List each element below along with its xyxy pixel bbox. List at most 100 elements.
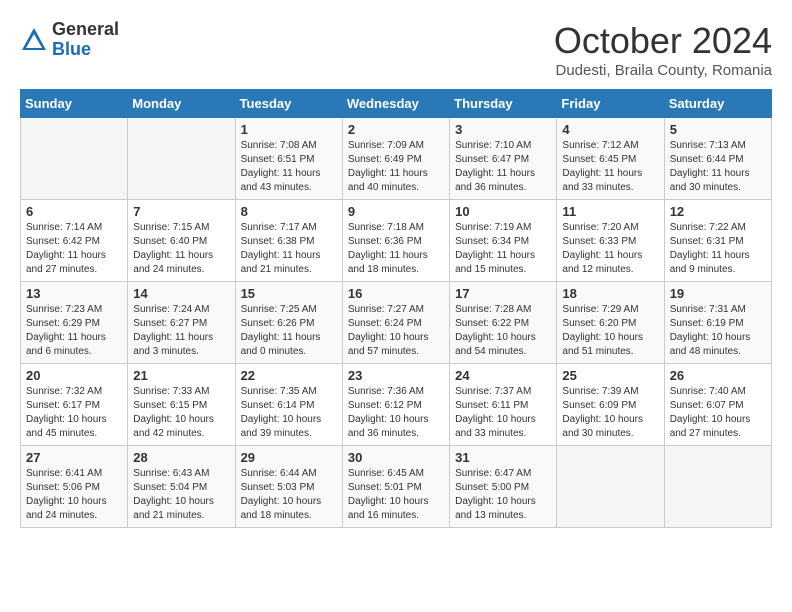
- column-header-monday: Monday: [128, 90, 235, 118]
- calendar-cell: 2 Sunrise: 7:09 AMSunset: 6:49 PMDaylight…: [342, 118, 449, 200]
- calendar-cell: 20 Sunrise: 7:32 AMSunset: 6:17 PMDayligh…: [21, 364, 128, 446]
- day-detail: Sunrise: 7:19 AMSunset: 6:34 PMDaylight:…: [455, 221, 551, 277]
- calendar-cell: 10Sunrise: 7:19 AMSunset: 6:34 PMDayligh…: [450, 200, 557, 282]
- day-detail: Sunrise: 7:22 AMSunset: 6:31 PMDaylight:…: [670, 221, 766, 277]
- logo-blue: Blue: [52, 40, 119, 60]
- day-detail: Sunrise: 6:44 AMSunset: 5:03 PMDaylight:…: [241, 467, 337, 523]
- day-number: 17: [455, 286, 551, 301]
- day-detail: Sunrise: 7:14 AMSunset: 6:42 PMDaylight:…: [26, 221, 122, 277]
- calendar-cell: [557, 446, 664, 528]
- page-header: General Blue October 2024 Dudesti, Brail…: [20, 20, 772, 79]
- day-number: 15: [241, 286, 337, 301]
- logo-text: General Blue: [52, 20, 119, 60]
- calendar-cell: 24 Sunrise: 7:37 AMSunset: 6:11 PMDayligh…: [450, 364, 557, 446]
- calendar-cell: 29 Sunrise: 6:44 AMSunset: 5:03 PMDayligh…: [235, 446, 342, 528]
- calendar-cell: 30 Sunrise: 6:45 AMSunset: 5:01 PMDayligh…: [342, 446, 449, 528]
- calendar-cell: 25 Sunrise: 7:39 AMSunset: 6:09 PMDayligh…: [557, 364, 664, 446]
- day-number: 2: [348, 122, 444, 137]
- day-detail: Sunrise: 7:24 AMSunset: 6:27 PMDaylight:…: [133, 303, 229, 359]
- day-number: 31: [455, 450, 551, 465]
- day-detail: Sunrise: 7:17 AMSunset: 6:38 PMDaylight:…: [241, 221, 337, 277]
- calendar-cell: 15 Sunrise: 7:25 AMSunset: 6:26 PMDayligh…: [235, 282, 342, 364]
- calendar-cell: 7 Sunrise: 7:15 AMSunset: 6:40 PMDaylight…: [128, 200, 235, 282]
- calendar-cell: 18 Sunrise: 7:29 AMSunset: 6:20 PMDayligh…: [557, 282, 664, 364]
- day-detail: Sunrise: 7:36 AMSunset: 6:12 PMDaylight:…: [348, 385, 444, 441]
- column-header-thursday: Thursday: [450, 90, 557, 118]
- day-number: 30: [348, 450, 444, 465]
- day-number: 28: [133, 450, 229, 465]
- day-detail: Sunrise: 7:08 AMSunset: 6:51 PMDaylight:…: [241, 139, 337, 195]
- day-detail: Sunrise: 7:31 AMSunset: 6:19 PMDaylight:…: [670, 303, 766, 359]
- calendar-cell: 27 Sunrise: 6:41 AMSunset: 5:06 PMDayligh…: [21, 446, 128, 528]
- day-number: 19: [670, 286, 766, 301]
- day-number: 26: [670, 368, 766, 383]
- day-number: 20: [26, 368, 122, 383]
- day-number: 23: [348, 368, 444, 383]
- calendar-cell: 19 Sunrise: 7:31 AMSunset: 6:19 PMDayligh…: [664, 282, 771, 364]
- calendar-cell: 17 Sunrise: 7:28 AMSunset: 6:22 PMDayligh…: [450, 282, 557, 364]
- day-number: 1: [241, 122, 337, 137]
- calendar-cell: 22 Sunrise: 7:35 AMSunset: 6:14 PMDayligh…: [235, 364, 342, 446]
- day-number: 3: [455, 122, 551, 137]
- day-detail: Sunrise: 7:13 AMSunset: 6:44 PMDaylight:…: [670, 139, 766, 195]
- day-number: 25: [562, 368, 658, 383]
- logo-icon: [20, 26, 48, 54]
- day-number: 27: [26, 450, 122, 465]
- calendar-cell: 31 Sunrise: 6:47 AMSunset: 5:00 PMDayligh…: [450, 446, 557, 528]
- column-header-saturday: Saturday: [664, 90, 771, 118]
- day-number: 7: [133, 204, 229, 219]
- calendar-cell: 8 Sunrise: 7:17 AMSunset: 6:38 PMDaylight…: [235, 200, 342, 282]
- calendar-cell: 26 Sunrise: 7:40 AMSunset: 6:07 PMDayligh…: [664, 364, 771, 446]
- calendar-week-row: 6Sunrise: 7:14 AMSunset: 6:42 PMDaylight…: [21, 200, 772, 282]
- day-number: 18: [562, 286, 658, 301]
- day-detail: Sunrise: 7:20 AMSunset: 6:33 PMDaylight:…: [562, 221, 658, 277]
- calendar-cell: 1 Sunrise: 7:08 AMSunset: 6:51 PMDaylight…: [235, 118, 342, 200]
- day-detail: Sunrise: 7:12 AMSunset: 6:45 PMDaylight:…: [562, 139, 658, 195]
- day-number: 4: [562, 122, 658, 137]
- calendar-cell: 21Sunrise: 7:33 AMSunset: 6:15 PMDayligh…: [128, 364, 235, 446]
- calendar-cell: [21, 118, 128, 200]
- calendar-cell: 13 Sunrise: 7:23 AMSunset: 6:29 PMDayligh…: [21, 282, 128, 364]
- day-detail: Sunrise: 6:41 AMSunset: 5:06 PMDaylight:…: [26, 467, 122, 523]
- day-detail: Sunrise: 7:25 AMSunset: 6:26 PMDaylight:…: [241, 303, 337, 359]
- calendar-week-row: 1 Sunrise: 7:08 AMSunset: 6:51 PMDaylight…: [21, 118, 772, 200]
- day-number: 8: [241, 204, 337, 219]
- day-detail: Sunrise: 7:32 AMSunset: 6:17 PMDaylight:…: [26, 385, 122, 441]
- calendar-cell: 4 Sunrise: 7:12 AMSunset: 6:45 PMDaylight…: [557, 118, 664, 200]
- logo-general: General: [52, 20, 119, 40]
- calendar-cell: 3 Sunrise: 7:10 AMSunset: 6:47 PMDaylight…: [450, 118, 557, 200]
- calendar-cell: [128, 118, 235, 200]
- day-detail: Sunrise: 7:37 AMSunset: 6:11 PMDaylight:…: [455, 385, 551, 441]
- day-detail: Sunrise: 7:27 AMSunset: 6:24 PMDaylight:…: [348, 303, 444, 359]
- day-detail: Sunrise: 7:40 AMSunset: 6:07 PMDaylight:…: [670, 385, 766, 441]
- calendar-cell: 23 Sunrise: 7:36 AMSunset: 6:12 PMDayligh…: [342, 364, 449, 446]
- day-detail: Sunrise: 6:45 AMSunset: 5:01 PMDaylight:…: [348, 467, 444, 523]
- calendar-cell: [664, 446, 771, 528]
- logo: General Blue: [20, 20, 119, 60]
- day-number: 29: [241, 450, 337, 465]
- calendar-cell: 6Sunrise: 7:14 AMSunset: 6:42 PMDaylight…: [21, 200, 128, 282]
- day-detail: Sunrise: 7:28 AMSunset: 6:22 PMDaylight:…: [455, 303, 551, 359]
- day-detail: Sunrise: 7:35 AMSunset: 6:14 PMDaylight:…: [241, 385, 337, 441]
- day-detail: Sunrise: 6:43 AMSunset: 5:04 PMDaylight:…: [133, 467, 229, 523]
- day-detail: Sunrise: 7:39 AMSunset: 6:09 PMDaylight:…: [562, 385, 658, 441]
- day-detail: Sunrise: 7:15 AMSunset: 6:40 PMDaylight:…: [133, 221, 229, 277]
- day-detail: Sunrise: 7:09 AMSunset: 6:49 PMDaylight:…: [348, 139, 444, 195]
- calendar-week-row: 13 Sunrise: 7:23 AMSunset: 6:29 PMDayligh…: [21, 282, 772, 364]
- calendar-cell: 5Sunrise: 7:13 AMSunset: 6:44 PMDaylight…: [664, 118, 771, 200]
- day-detail: Sunrise: 6:47 AMSunset: 5:00 PMDaylight:…: [455, 467, 551, 523]
- location-subtitle: Dudesti, Braila County, Romania: [554, 62, 772, 79]
- day-number: 22: [241, 368, 337, 383]
- column-header-tuesday: Tuesday: [235, 90, 342, 118]
- calendar-table: SundayMondayTuesdayWednesdayThursdayFrid…: [20, 89, 772, 528]
- calendar-cell: 9Sunrise: 7:18 AMSunset: 6:36 PMDaylight…: [342, 200, 449, 282]
- column-header-sunday: Sunday: [21, 90, 128, 118]
- month-title: October 2024: [554, 20, 772, 62]
- day-number: 16: [348, 286, 444, 301]
- day-number: 24: [455, 368, 551, 383]
- day-number: 13: [26, 286, 122, 301]
- day-detail: Sunrise: 7:10 AMSunset: 6:47 PMDaylight:…: [455, 139, 551, 195]
- day-detail: Sunrise: 7:23 AMSunset: 6:29 PMDaylight:…: [26, 303, 122, 359]
- day-detail: Sunrise: 7:29 AMSunset: 6:20 PMDaylight:…: [562, 303, 658, 359]
- day-detail: Sunrise: 7:33 AMSunset: 6:15 PMDaylight:…: [133, 385, 229, 441]
